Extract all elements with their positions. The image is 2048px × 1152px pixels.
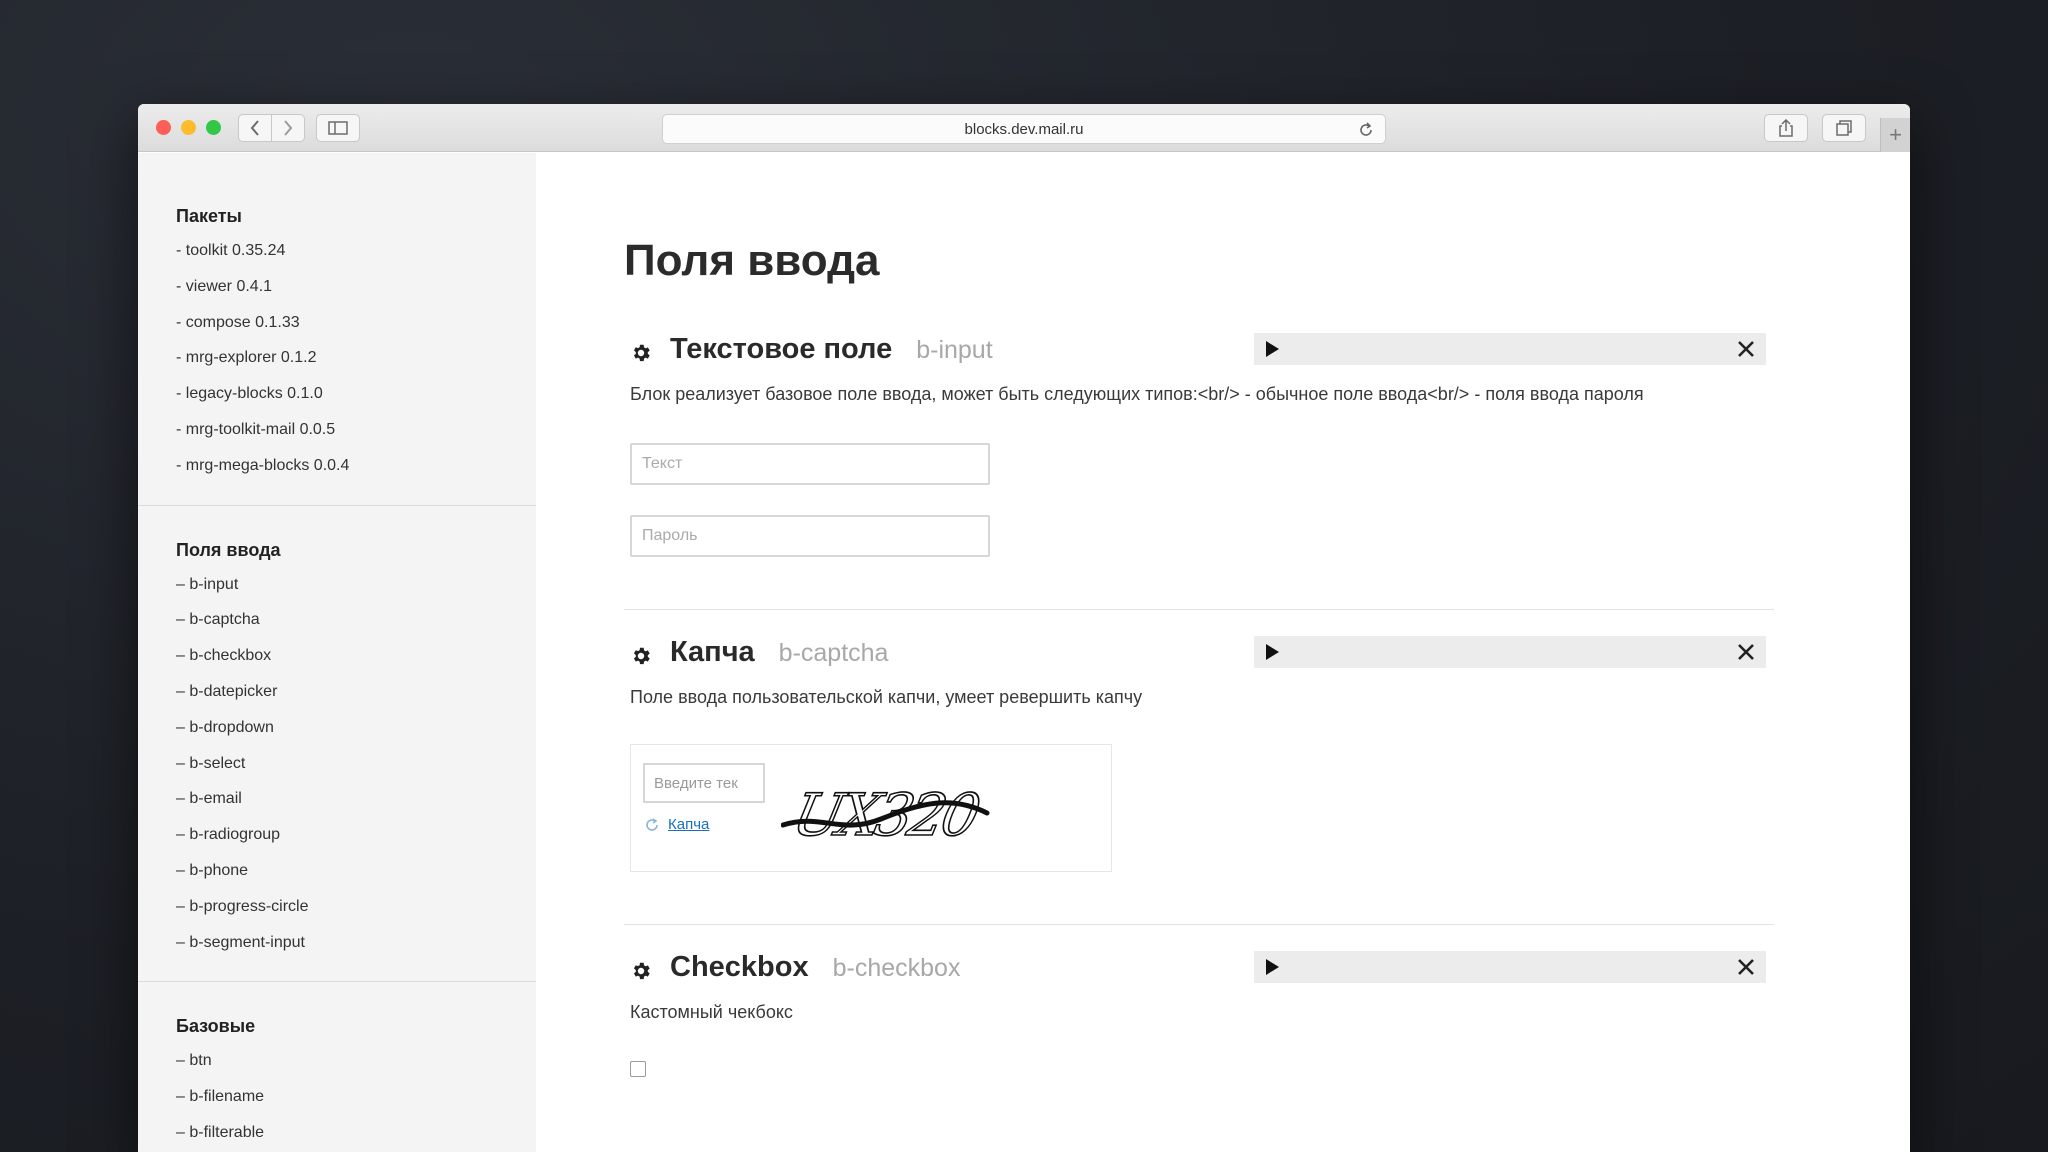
browser-window: blocks.dev.mail.ru + Пакеты - toolkit 0.… — [138, 104, 1910, 1152]
share-icon — [1779, 119, 1793, 137]
sidebar-item-compose[interactable]: - compose 0.1.33 — [176, 312, 536, 348]
section-b-captcha: Капча b-captcha Поле ввода пользовательс… — [624, 636, 1774, 925]
section-title: Капча — [670, 636, 755, 668]
sidebar: Пакеты - toolkit 0.35.24 - viewer 0.4.1 … — [138, 153, 536, 1152]
sidebar-item-mrg-explorer[interactable]: - mrg-explorer 0.1.2 — [176, 347, 536, 383]
play-icon[interactable] — [1264, 643, 1280, 661]
sidebar-item-b-email[interactable]: – b-email — [176, 788, 536, 824]
sidebar-item-legacy-blocks[interactable]: - legacy-blocks 0.1.0 — [176, 383, 536, 419]
sidebar-item-b-radiogroup[interactable]: – b-radiogroup — [176, 824, 536, 860]
captcha-input[interactable] — [643, 763, 765, 803]
sidebar-group-title: Пакеты — [176, 206, 242, 226]
main-content: Поля ввода Текстовое поле b-input Блок р… — [536, 153, 1910, 1152]
sidebar-icon — [328, 121, 348, 135]
gear-icon[interactable] — [630, 645, 652, 667]
sidebar-item-b-dropdown[interactable]: – b-dropdown — [176, 717, 536, 753]
sidebar-item-b-captcha[interactable]: – b-captcha — [176, 609, 536, 645]
sidebar-divider — [138, 981, 536, 983]
section-code: b-input — [916, 336, 993, 364]
sidebar-item-b-input[interactable]: – b-input — [176, 574, 536, 610]
forward-button[interactable] — [271, 114, 305, 142]
close-icon[interactable] — [1736, 957, 1756, 977]
captcha-widget: Капча UX320 — [630, 744, 1112, 872]
reload-icon[interactable] — [1357, 121, 1375, 139]
sidebar-item-viewer[interactable]: - viewer 0.4.1 — [176, 276, 536, 312]
plus-icon: + — [1889, 122, 1902, 147]
gear-icon[interactable] — [630, 960, 652, 982]
captcha-refresh[interactable]: Капча — [644, 816, 709, 833]
sidebar-item-b-filterable[interactable]: – b-filterable — [176, 1122, 536, 1152]
sidebar-group-title: Базовые — [176, 1016, 256, 1037]
address-bar[interactable]: blocks.dev.mail.ru — [662, 114, 1386, 144]
run-bar — [1254, 333, 1766, 365]
section-title: Текстовое поле — [670, 333, 893, 365]
section-b-checkbox: Checkbox b-checkbox Кастомный чекбокс — [624, 951, 1774, 1077]
sidebar-item-b-filename[interactable]: – b-filename — [176, 1086, 536, 1122]
sidebar-item-b-segment-input[interactable]: – b-segment-input — [176, 932, 536, 968]
minimize-window-button[interactable] — [181, 120, 196, 135]
url-text: blocks.dev.mail.ru — [964, 120, 1084, 138]
section-divider — [624, 924, 1774, 925]
captcha-image: UX320 — [781, 781, 990, 850]
chevron-right-icon — [284, 120, 293, 136]
sidebar-divider — [138, 504, 536, 506]
sidebar-item-b-select[interactable]: – b-select — [176, 753, 536, 789]
sidebar-item-toolkit[interactable]: - toolkit 0.35.24 — [176, 240, 536, 276]
sidebar-item-mrg-mega-blocks[interactable]: - mrg-mega-blocks 0.0.4 — [176, 455, 536, 491]
back-button[interactable] — [238, 114, 272, 142]
section-code: b-checkbox — [832, 954, 961, 982]
refresh-icon — [646, 817, 658, 831]
play-icon[interactable] — [1264, 340, 1280, 358]
sidebar-item-b-phone[interactable]: – b-phone — [176, 860, 536, 896]
captcha-refresh-link[interactable]: Капча — [668, 816, 709, 833]
section-description: Кастомный чекбокс — [630, 1002, 793, 1022]
sidebar-item-btn[interactable]: – btn — [176, 1050, 536, 1086]
section-divider — [624, 609, 1774, 610]
run-bar — [1254, 636, 1766, 668]
sidebar-item-b-checkbox[interactable]: – b-checkbox — [176, 645, 536, 681]
browser-toolbar: blocks.dev.mail.ru + — [138, 104, 1910, 152]
section-title: Checkbox — [670, 951, 809, 983]
close-icon[interactable] — [1736, 642, 1756, 662]
play-icon[interactable] — [1264, 958, 1280, 976]
share-button[interactable] — [1764, 114, 1808, 142]
tabs-icon — [1836, 120, 1852, 136]
sidebar-toggle-button[interactable] — [316, 114, 360, 142]
gear-icon[interactable] — [630, 342, 652, 364]
page-title: Поля ввода — [624, 236, 880, 285]
chevron-left-icon — [250, 120, 259, 136]
password-input[interactable] — [630, 515, 990, 557]
run-bar — [1254, 951, 1766, 983]
section-code: b-captcha — [778, 639, 889, 667]
custom-checkbox[interactable] — [630, 1061, 646, 1077]
close-window-button[interactable] — [156, 120, 171, 135]
sidebar-item-b-datepicker[interactable]: – b-datepicker — [176, 681, 536, 717]
section-description: Поле ввода пользовательской капчи, умеет… — [630, 687, 1143, 707]
new-tab-button[interactable]: + — [1880, 118, 1910, 152]
tabs-overview-button[interactable] — [1822, 114, 1866, 142]
zoom-window-button[interactable] — [206, 120, 221, 135]
close-icon[interactable] — [1736, 339, 1756, 359]
section-description: Блок реализует базовое поле ввода, может… — [630, 384, 1644, 404]
section-b-input: Текстовое поле b-input Блок реализует ба… — [624, 333, 1774, 610]
sidebar-item-b-progress-circle[interactable]: – b-progress-circle — [176, 896, 536, 932]
sidebar-group-title: Поля ввода — [176, 539, 281, 560]
text-input[interactable] — [630, 443, 990, 485]
sidebar-item-mrg-toolkit-mail[interactable]: - mrg-toolkit-mail 0.0.5 — [176, 419, 536, 455]
